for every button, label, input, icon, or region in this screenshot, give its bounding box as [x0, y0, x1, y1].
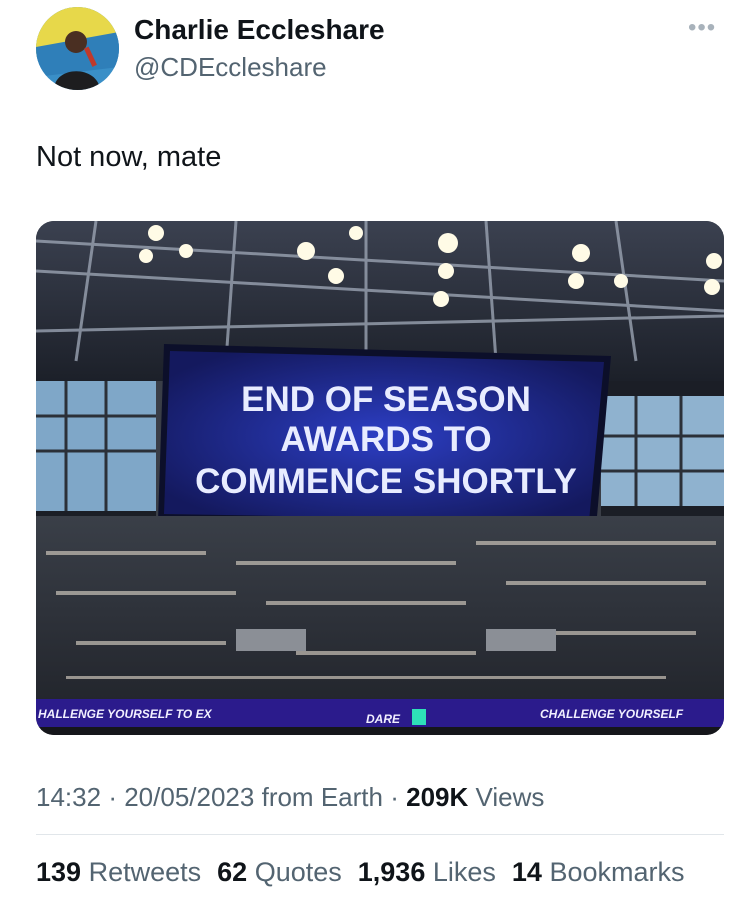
bookmarks-count: 14 [511, 857, 542, 887]
screen-line-2: AWARDS TO [280, 420, 491, 459]
tweet-time[interactable]: 14:32 [36, 782, 101, 812]
board-center-text: DARE [366, 712, 401, 726]
tweet-text: Not now, mate [36, 141, 222, 173]
more-horizontal-icon[interactable]: ••• [688, 16, 716, 40]
retweets-stat[interactable]: 139 Retweets [36, 857, 201, 888]
avatar[interactable] [36, 7, 119, 90]
likes-count: 1,936 [357, 857, 426, 887]
screen-line-3: COMMENCE SHORTLY [195, 462, 577, 501]
board-left-text: HALLENGE YOURSELF TO EX [38, 707, 213, 721]
separator: · [108, 782, 117, 812]
likes-stat[interactable]: 1,936 Likes [358, 857, 496, 888]
tweet-meta: 14:32 · 20/05/2023 from Earth · 209K Vie… [36, 782, 544, 813]
stadium-photo: END OF SEASON AWARDS TO COMMENCE SHORTLY… [36, 221, 724, 735]
quotes-stat[interactable]: 62 Quotes [217, 857, 342, 888]
separator: · [390, 782, 399, 812]
tweet-source: from Earth [261, 782, 383, 812]
quotes-label: Quotes [254, 857, 342, 887]
tweet-photo[interactable]: END OF SEASON AWARDS TO COMMENCE SHORTLY… [36, 221, 724, 735]
divider [36, 834, 724, 835]
bookmarks-label: Bookmarks [549, 857, 685, 887]
screen-line-1: END OF SEASON [241, 380, 531, 419]
author-name[interactable]: Charlie Eccleshare [134, 14, 385, 46]
retweets-count: 139 [36, 857, 82, 887]
avatar-image [36, 7, 119, 90]
likes-label: Likes [432, 857, 496, 887]
views-label: Views [475, 782, 545, 812]
tweet-date[interactable]: 20/05/2023 [124, 782, 254, 812]
engagement-stats: 139 Retweets 62 Quotes 1,936 Likes 14 Bo… [36, 857, 685, 888]
views-count: 209K [406, 782, 469, 812]
retweets-label: Retweets [88, 857, 202, 887]
board-right-text: CHALLENGE YOURSELF [540, 707, 684, 721]
quotes-count: 62 [217, 857, 248, 887]
author-handle[interactable]: @CDEccleshare [134, 52, 327, 83]
bookmarks-stat[interactable]: 14 Bookmarks [512, 857, 685, 888]
